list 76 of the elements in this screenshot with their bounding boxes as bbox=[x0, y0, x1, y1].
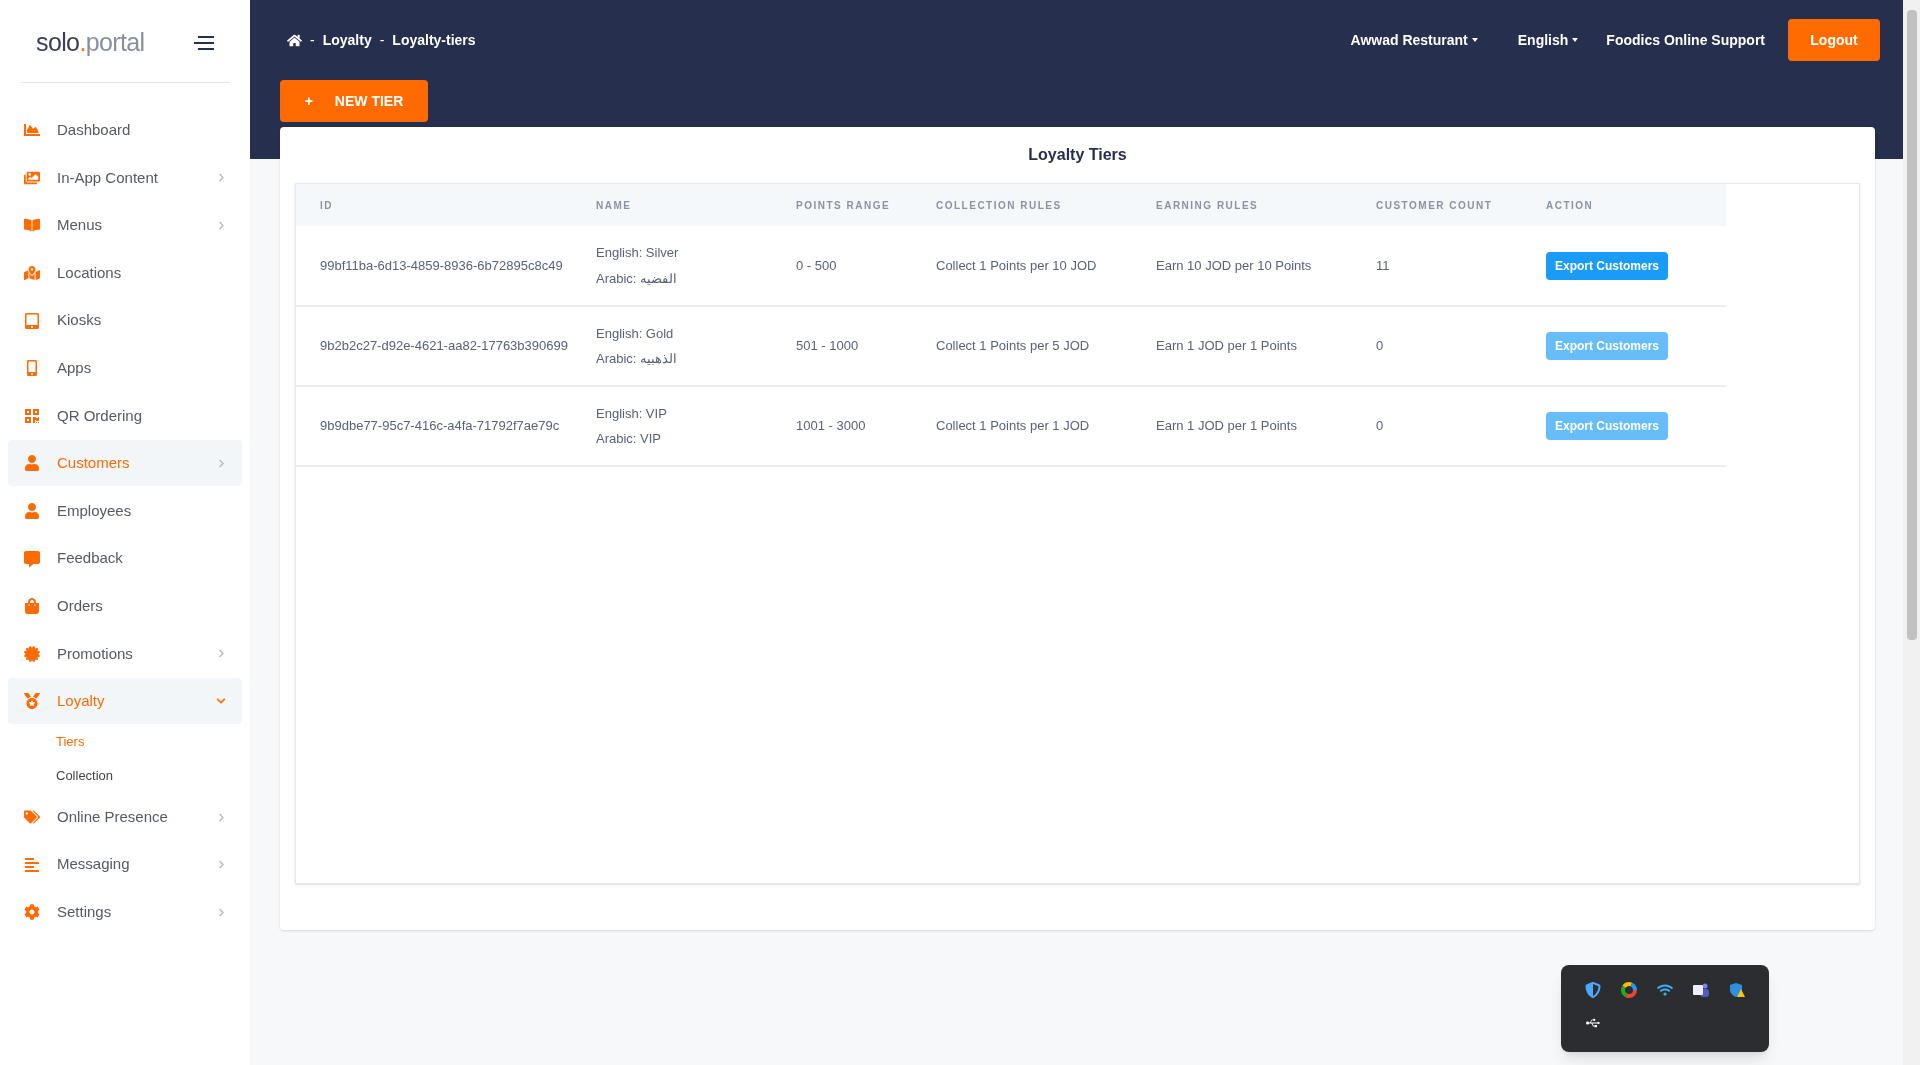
chart-icon bbox=[24, 122, 40, 139]
table-cell: 1001 - 3000 bbox=[796, 386, 936, 466]
team-icon[interactable] bbox=[1693, 982, 1709, 998]
sidebar-item[interactable]: Messaging bbox=[8, 841, 242, 888]
language-dropdown[interactable]: English bbox=[1517, 29, 1579, 51]
table-cell: Collect 1 Points per 10 JOD bbox=[936, 226, 1156, 306]
bag-icon bbox=[24, 598, 40, 615]
table-cell: 0 bbox=[1376, 306, 1546, 386]
table-cell: 11 bbox=[1376, 226, 1546, 306]
phone-icon bbox=[24, 360, 40, 377]
sidebar-item[interactable]: Promotions bbox=[8, 630, 242, 677]
table-cell-text: Arabic: الفضيه bbox=[596, 269, 679, 288]
settings-icon bbox=[24, 904, 40, 921]
badge-icon bbox=[24, 645, 40, 662]
color-ring-icon[interactable] bbox=[1621, 982, 1637, 998]
table-cell-text: English: Silver bbox=[596, 244, 680, 262]
sidebar-item[interactable]: Feedback bbox=[8, 535, 242, 582]
tablet-icon bbox=[24, 312, 40, 329]
column-header: COLLECTION RULES bbox=[936, 184, 1156, 226]
support-link[interactable]: Foodics Online Support bbox=[1606, 29, 1765, 51]
table-cell-text: English: Gold bbox=[596, 324, 675, 343]
shield-icon[interactable] bbox=[1585, 982, 1601, 998]
restaurant-dropdown[interactable]: Awwad Resturant bbox=[1350, 29, 1478, 51]
breadcrumb-separator: - bbox=[379, 30, 385, 50]
card-title: Loyalty Tiers bbox=[1027, 145, 1128, 165]
table-cell: Earn 1 JOD per 1 Points bbox=[1156, 306, 1376, 386]
sidebar-item[interactable]: QR Ordering bbox=[8, 392, 242, 439]
images-icon bbox=[24, 169, 40, 186]
table-cell: Collect 1 Points per 5 JOD bbox=[936, 306, 1156, 386]
shield-warning-icon[interactable] bbox=[1729, 982, 1745, 998]
comment-icon bbox=[24, 550, 40, 567]
sidebar-item[interactable]: Orders bbox=[8, 583, 242, 630]
column-header: EARNING RULES bbox=[1156, 184, 1376, 226]
sidebar-item[interactable]: In-App Content bbox=[8, 154, 242, 201]
column-header: POINTS RANGE bbox=[796, 184, 936, 226]
wifi-icon[interactable] bbox=[1657, 982, 1673, 998]
home-icon[interactable] bbox=[287, 32, 302, 48]
table-cell: 0 - 500 bbox=[796, 226, 936, 306]
table-cell: 9b9dbe77-95c7-416c-a4fa-71792f7ae79c bbox=[296, 386, 596, 466]
table-cell: Collect 1 Points per 1 JOD bbox=[936, 386, 1156, 466]
menu-icon[interactable] bbox=[194, 35, 214, 50]
table-cell: 0 bbox=[1376, 386, 1546, 466]
table-cell: 501 - 1000 bbox=[796, 306, 936, 386]
logo: solo.portal bbox=[36, 27, 145, 58]
sidebar-item[interactable]: Kiosks bbox=[8, 297, 242, 344]
sidebar-item[interactable]: Apps bbox=[8, 345, 242, 392]
table-cell-text: Arabic: VIP bbox=[596, 430, 663, 448]
qr-code-icon bbox=[24, 407, 40, 424]
column-header: ID bbox=[296, 184, 596, 226]
user-icon bbox=[24, 455, 40, 472]
tags-icon bbox=[24, 809, 40, 825]
submenu-item[interactable]: Collection bbox=[8, 759, 242, 794]
sidebar-item[interactable]: Menus bbox=[8, 202, 242, 249]
table-cell: Earn 1 JOD per 1 Points bbox=[1156, 386, 1376, 466]
breadcrumb-link[interactable]: Loyalty bbox=[322, 29, 372, 51]
sidebar-item[interactable]: Employees bbox=[8, 488, 242, 535]
sidebar-item[interactable]: Locations bbox=[8, 250, 242, 297]
book-icon bbox=[24, 217, 40, 234]
column-header: NAME bbox=[596, 184, 796, 226]
table-cell-text: Arabic: الذهبيه bbox=[596, 350, 679, 368]
table-cell: Earn 10 JOD per 10 Points bbox=[1156, 226, 1376, 306]
table-cell: 9b2b2c27-d92e-4621-aa82-17763b390699 bbox=[296, 306, 596, 386]
table-cell: 99bf11ba-6d13-4859-8936-6b72895c8c49 bbox=[296, 226, 596, 306]
column-header: CUSTOMER COUNT bbox=[1376, 184, 1546, 226]
user-icon bbox=[24, 503, 40, 520]
breadcrumb-separator: - bbox=[310, 30, 315, 50]
table-cell-text: English: VIP bbox=[596, 404, 668, 423]
sidebar-item[interactable]: Online Presence bbox=[8, 794, 242, 840]
column-header: ACTION bbox=[1546, 184, 1726, 226]
sidebar-item[interactable]: Settings bbox=[8, 889, 242, 936]
lines-icon bbox=[24, 856, 40, 873]
breadcrumb-link[interactable]: Loyalty-tiers bbox=[392, 29, 476, 51]
sidebar-item[interactable]: Dashboard bbox=[8, 107, 242, 154]
usb-icon[interactable] bbox=[1586, 1016, 1600, 1030]
map-icon bbox=[24, 265, 40, 282]
medal-icon bbox=[24, 693, 40, 710]
